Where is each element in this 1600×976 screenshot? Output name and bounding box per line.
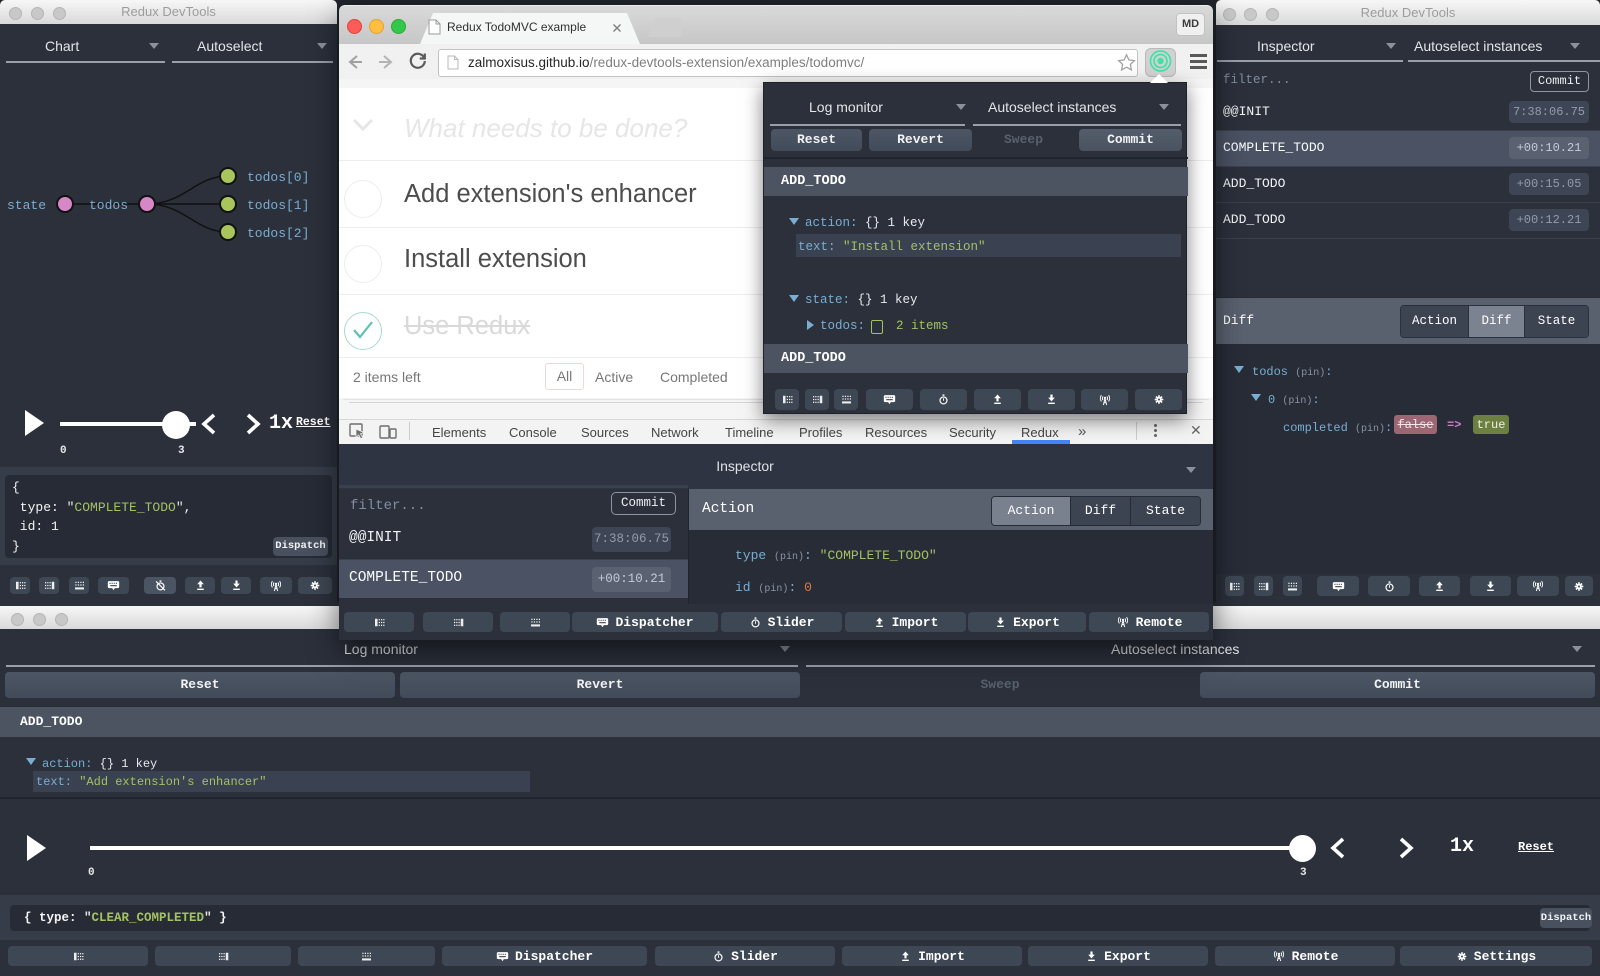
svg-text:state: state — [7, 198, 46, 213]
svg-text:todos[2]: todos[2] — [247, 226, 309, 241]
svg-text:todos[1]: todos[1] — [247, 198, 309, 213]
svg-text:todos: todos — [89, 198, 128, 213]
svg-text:todos[0]: todos[0] — [247, 170, 309, 185]
